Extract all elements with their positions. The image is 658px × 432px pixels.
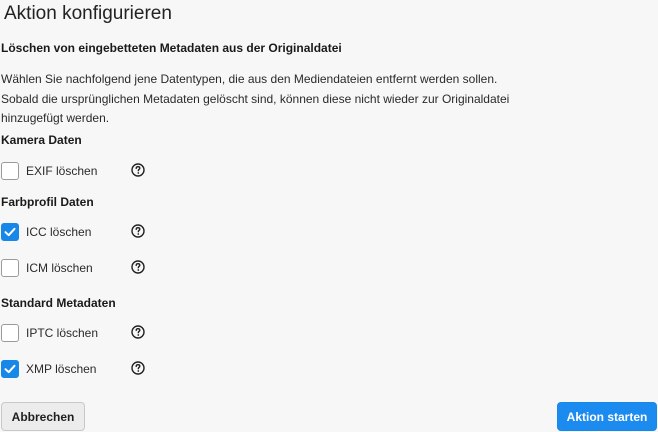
icc-checkbox[interactable] (1, 223, 19, 241)
exif-checkbox[interactable] (1, 162, 19, 180)
question-circle-icon[interactable] (131, 260, 145, 274)
icc-label[interactable]: ICC löschen (26, 225, 91, 239)
option-xmp[interactable]: XMP löschen (1, 360, 161, 378)
description-line: Sobald die ursprünglichen Metadaten gelö… (1, 91, 510, 106)
dialog-description: Wählen Sie nachfolgend jene Datentypen, … (1, 70, 561, 129)
icm-checkbox[interactable] (1, 259, 19, 277)
option-icm[interactable]: ICM löschen (1, 259, 161, 277)
question-circle-icon[interactable] (131, 163, 145, 177)
description-line: hinzugefügt werden. (1, 111, 110, 125)
configure-action-dialog: Aktion konfigurieren Löschen von eingebe… (0, 0, 658, 432)
dialog-subtitle: Löschen von eingebetteten Metadaten aus … (1, 41, 342, 55)
section-heading-camera: Kamera Daten (1, 133, 82, 147)
option-exif[interactable]: EXIF löschen (1, 162, 161, 180)
xmp-checkbox[interactable] (1, 360, 19, 378)
option-iptc[interactable]: IPTC löschen (1, 324, 161, 342)
exif-label[interactable]: EXIF löschen (26, 164, 97, 178)
cancel-button[interactable]: Abbrechen (1, 402, 85, 431)
question-circle-icon[interactable] (131, 325, 145, 339)
dialog-title: Aktion konfigurieren (4, 3, 172, 24)
iptc-checkbox[interactable] (1, 324, 19, 342)
description-line: Wählen Sie nachfolgend jene Datentypen, … (1, 72, 498, 86)
question-circle-icon[interactable] (131, 224, 145, 238)
checkmark-icon (4, 364, 16, 374)
xmp-label[interactable]: XMP löschen (26, 362, 96, 376)
iptc-label[interactable]: IPTC löschen (26, 326, 98, 340)
section-heading-color-profile: Farbprofil Daten (1, 195, 94, 209)
section-heading-standard-metadata: Standard Metadaten (1, 296, 116, 310)
start-action-button[interactable]: Aktion starten (557, 402, 657, 431)
checkmark-icon (4, 227, 16, 237)
question-circle-icon[interactable] (131, 361, 145, 375)
icm-label[interactable]: ICM löschen (26, 261, 93, 275)
option-icc[interactable]: ICC löschen (1, 223, 161, 241)
